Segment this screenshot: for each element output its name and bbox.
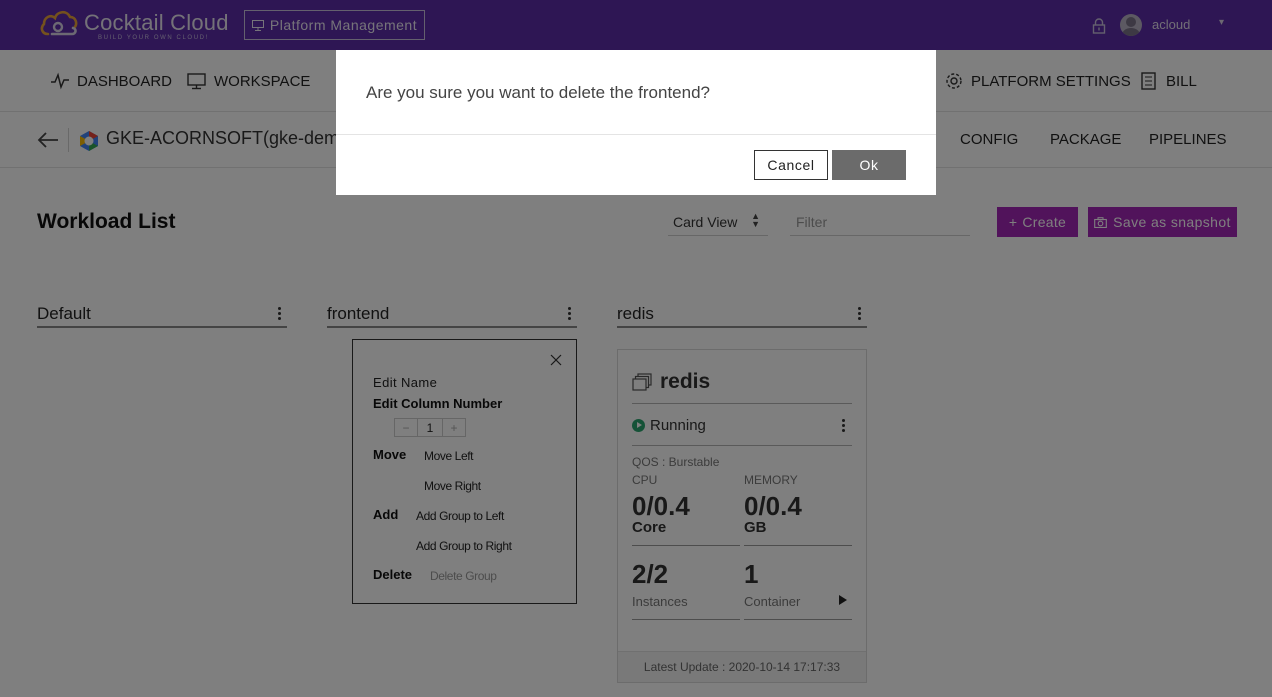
ok-button[interactable]: Ok: [832, 150, 906, 180]
cancel-button[interactable]: Cancel: [754, 150, 828, 180]
delete-confirm-dialog: Are you sure you want to delete the fron…: [336, 50, 936, 195]
divider: [336, 134, 936, 135]
dialog-message: Are you sure you want to delete the fron…: [366, 83, 711, 102]
